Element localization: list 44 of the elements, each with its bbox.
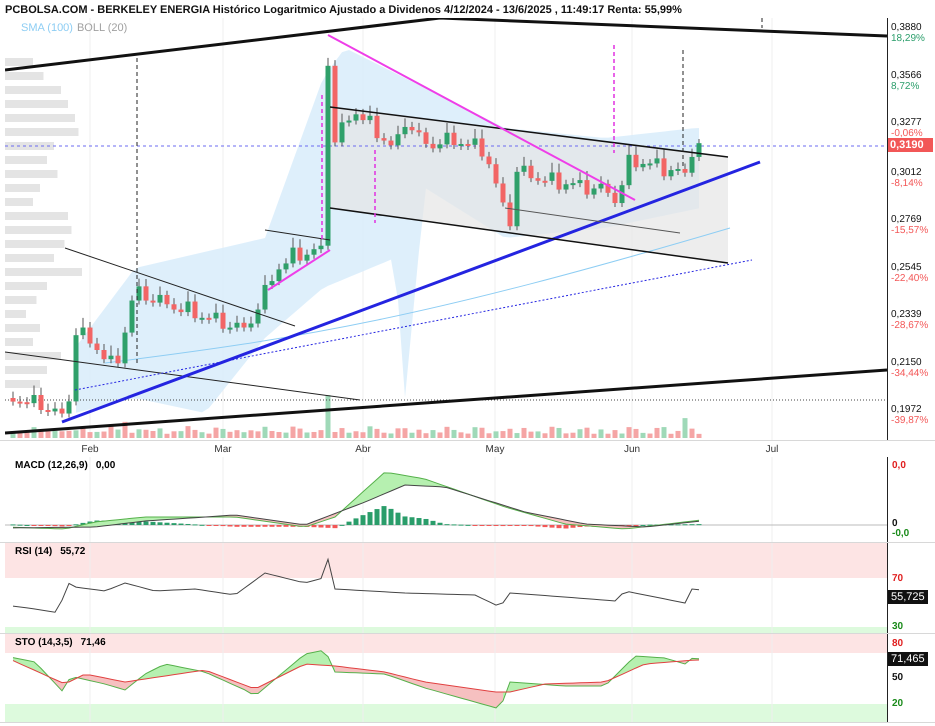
indicator-label: RSI (14) [15, 546, 52, 557]
price-tick: 0,2150 [891, 356, 923, 368]
chart-title: PCBOLSA.COM - BERKELEY ENERGIA Histórico Logaritmico Ajustado a Dividenos 4/12/2024 - 13/6/2025 , 11:49:17 Renta: 55,99% [4, 3, 683, 18]
indicator-label: STO (14,3,5) [15, 637, 73, 648]
price-tick: 0,1972 [891, 404, 923, 415]
change-tick: -39,87% [891, 415, 928, 426]
price-tick: 0,3012 [891, 166, 923, 178]
change-tick: -34,44% [891, 368, 928, 378]
axis-label: 50 [892, 672, 904, 683]
change-tick: -8,14% [891, 178, 923, 188]
month-label: Mar [214, 444, 232, 455]
indicator-value: 0,00 [96, 460, 116, 471]
month-label: Abr [355, 444, 371, 455]
axis-label: 20 [892, 698, 904, 709]
indicator-value: 55,72 [60, 546, 86, 557]
price-tick: 0,3277 [891, 117, 923, 128]
legend-item: SMA (100) [21, 22, 73, 34]
price-tick: 0,2545 [891, 262, 923, 272]
price-tick: 0,2339 [891, 309, 923, 320]
change-tick: -15,57% [891, 225, 928, 236]
price-tick: 0,2769 [891, 214, 923, 225]
axis-label: -0,0 [892, 528, 910, 539]
month-label: Jun [624, 444, 640, 455]
change-tick: -0,06% [891, 128, 923, 139]
indicator-value: 71,46 [80, 637, 106, 648]
change-tick: -22,40% [891, 272, 928, 284]
price-tick: 0,3566 [891, 70, 922, 80]
month-label: May [486, 444, 504, 455]
month-label: Jul [766, 444, 778, 455]
legend-item: BOLL (20) [76, 22, 128, 34]
axis-label: 70 [892, 573, 904, 584]
change-tick: 8,72% [891, 80, 920, 92]
price-tick: 0,3880 [891, 22, 923, 33]
change-tick: -28,67% [891, 320, 928, 331]
axis-label: 30 [892, 621, 904, 632]
current-price-label: 0,3190 [888, 138, 933, 152]
current-value-label: 55,725 [888, 590, 928, 604]
axis-label: 80 [892, 638, 904, 649]
indicator-label: MACD (12,26,9) [15, 460, 88, 471]
month-label: Feb [81, 444, 99, 455]
axis-label: 0,0 [892, 460, 906, 471]
axis-label: 0 [892, 518, 898, 529]
change-tick: 18,29% [891, 33, 925, 44]
current-value-label: 71,465 [888, 652, 928, 666]
